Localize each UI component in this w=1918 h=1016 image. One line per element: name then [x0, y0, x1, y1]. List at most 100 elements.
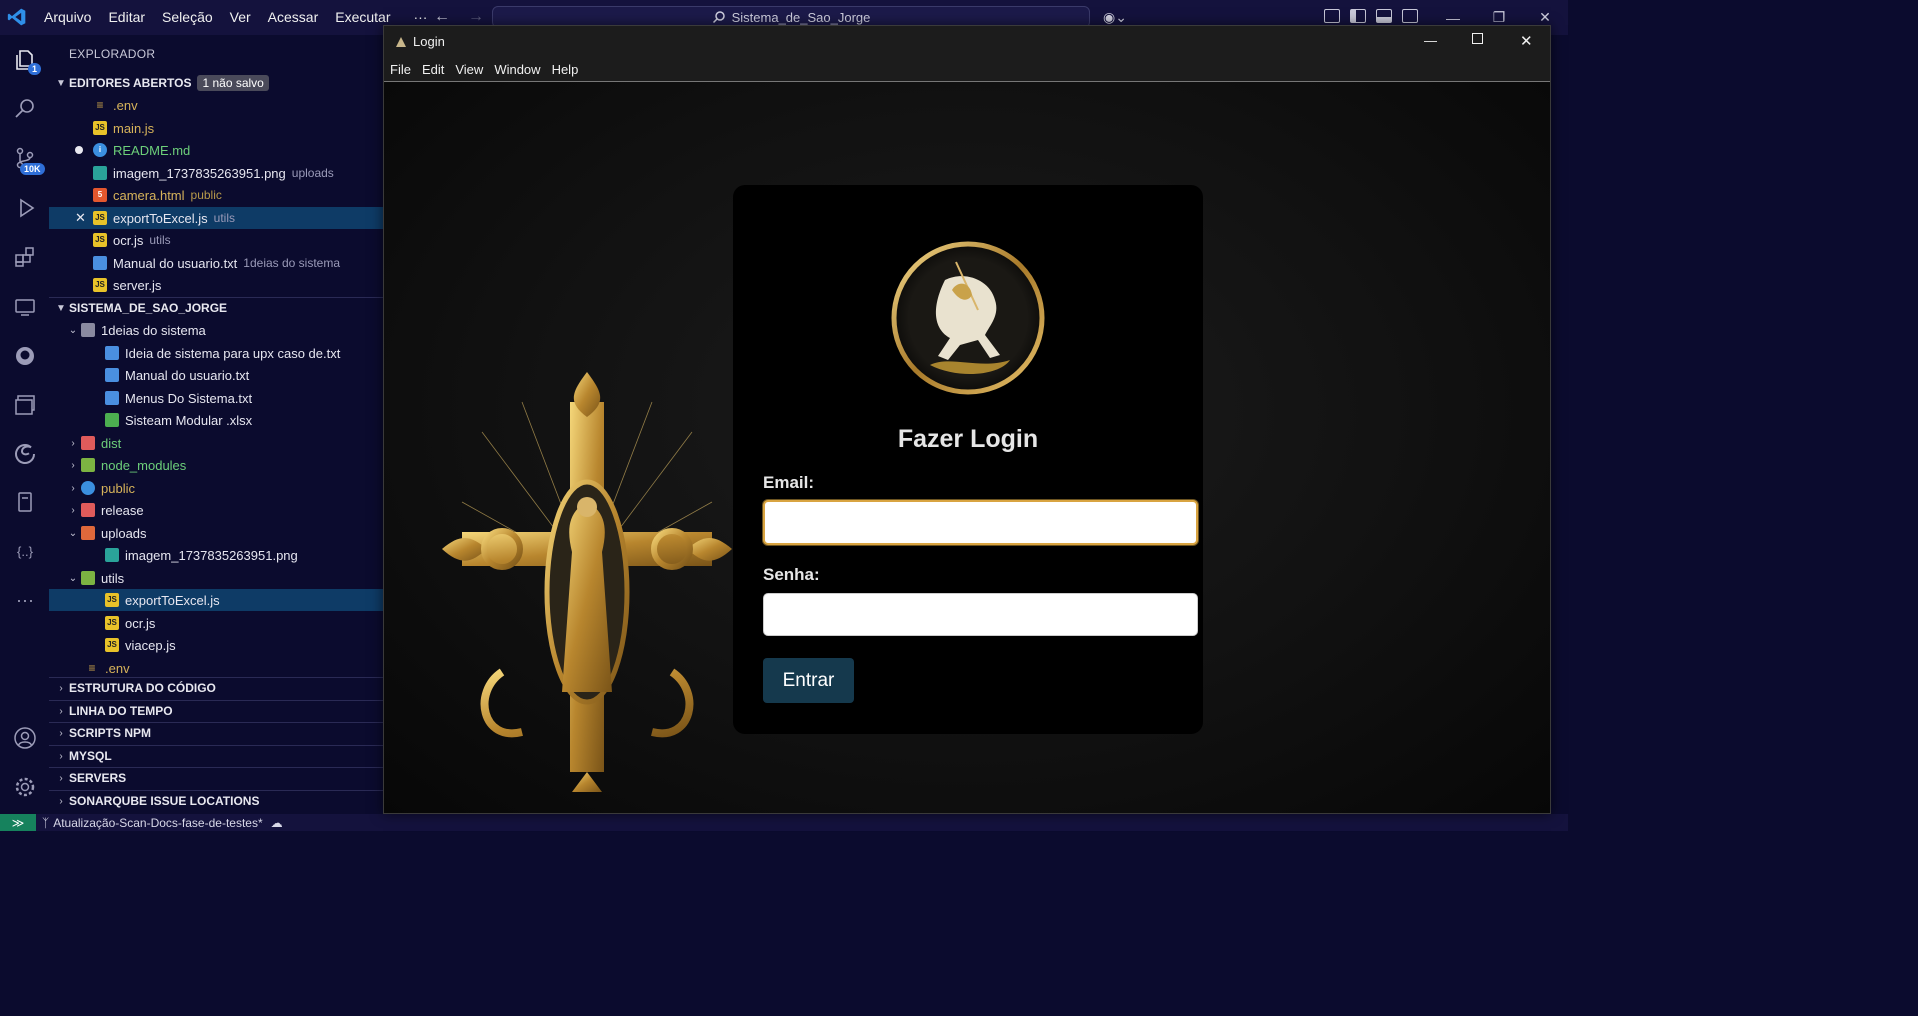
section-header[interactable]: › SERVERS: [49, 767, 383, 789]
close-icon[interactable]: ✕: [1520, 32, 1533, 50]
image-file-icon: [93, 166, 107, 180]
section-header[interactable]: › LINHA DO TEMPO: [49, 700, 383, 722]
image-file-icon: [105, 548, 119, 562]
json-icon[interactable]: {..}: [10, 536, 40, 566]
sao-jorge-medallion-logo: [891, 241, 1045, 395]
open-editor-item[interactable]: ≡ .env: [49, 94, 383, 116]
open-editor-item[interactable]: i README.md: [49, 139, 383, 161]
branch-name[interactable]: Atualização-Scan-Docs-fase-de-testes*: [53, 816, 262, 830]
account-icon[interactable]: [10, 723, 40, 753]
scm-badge: 10K: [20, 163, 45, 175]
restore-icon[interactable]: ❐: [1476, 9, 1522, 26]
toggle-panel-icon[interactable]: [1376, 9, 1392, 23]
file-item[interactable]: Sisteam Modular .xlsx: [49, 409, 383, 431]
folder-item[interactable]: ⌄ uploads: [49, 522, 383, 544]
section-header[interactable]: › MYSQL: [49, 745, 383, 767]
open-editor-item[interactable]: JS main.js: [49, 117, 383, 139]
chevron-right-icon: ›: [59, 682, 63, 694]
js-file-icon: JS: [93, 233, 107, 247]
menu-help[interactable]: Help: [552, 62, 579, 77]
close-editor-icon[interactable]: ✕: [75, 210, 87, 226]
open-editor-item[interactable]: JS ocr.js utils: [49, 229, 383, 251]
extensions-icon[interactable]: [10, 242, 40, 272]
section-header[interactable]: › ESTRUTURA DO CÓDIGO: [49, 677, 383, 699]
folder-item[interactable]: › node_modules: [49, 454, 383, 476]
database-icon[interactable]: [10, 487, 40, 517]
folder-item[interactable]: ⌄ 1deias do sistema: [49, 319, 383, 341]
close-icon[interactable]: ✕: [1522, 9, 1568, 26]
toggle-primary-sidebar-icon[interactable]: [1350, 9, 1366, 23]
open-editor-item[interactable]: imagem_1737835263951.png uploads: [49, 162, 383, 184]
menu-more[interactable]: ···: [413, 9, 427, 25]
layout-controls: [1324, 9, 1418, 23]
file-item[interactable]: JS ocr.js: [49, 612, 383, 634]
forward-arrow-icon[interactable]: →: [468, 8, 484, 26]
html-file-icon: 5: [93, 188, 107, 202]
project-header[interactable]: ▼ SISTEMA_DE_SAO_JORGE: [49, 297, 383, 319]
folder-item[interactable]: › dist: [49, 432, 383, 454]
login-submit-button[interactable]: Entrar: [763, 658, 854, 703]
password-input[interactable]: [763, 593, 1198, 636]
section-header[interactable]: › SONARQUBE ISSUE LOCATIONS: [49, 790, 383, 812]
explorer-icon[interactable]: 1: [10, 45, 42, 75]
maximize-icon[interactable]: [1472, 33, 1483, 44]
settings-gear-icon[interactable]: [10, 772, 40, 802]
file-item[interactable]: Menus Do Sistema.txt: [49, 387, 383, 409]
login-window-titlebar: Login — ✕: [384, 26, 1550, 57]
menu-selecao[interactable]: Seleção: [162, 9, 213, 25]
open-editor-item[interactable]: Manual do usuario.txt 1deias do sistema: [49, 252, 383, 274]
menu-ver[interactable]: Ver: [230, 9, 251, 25]
menu-arquivo[interactable]: Arquivo: [44, 9, 91, 25]
layout-customize-icon[interactable]: [1324, 9, 1340, 23]
minimize-icon[interactable]: —: [1430, 10, 1476, 26]
edge-devtools-icon[interactable]: [10, 439, 40, 469]
file-item-selected[interactable]: JS exportToExcel.js: [49, 589, 383, 611]
file-item[interactable]: Ideia de sistema para upx caso de.txt: [49, 342, 383, 364]
main-menu: Arquivo Editar Seleção Ver Acessar Execu…: [44, 9, 444, 25]
panels-icon[interactable]: [10, 390, 40, 420]
back-arrow-icon[interactable]: ←: [434, 8, 450, 26]
activity-bar: 1 10K {..} ···: [0, 35, 49, 814]
copilot-icon[interactable]: ◉⌄: [1103, 9, 1127, 26]
folder-item[interactable]: ⌄ utils: [49, 567, 383, 589]
login-card: Fazer Login Email: Senha: Entrar: [733, 185, 1203, 734]
menu-file[interactable]: File: [390, 62, 411, 77]
file-item[interactable]: Manual do usuario.txt: [49, 364, 383, 386]
source-control-icon[interactable]: 10K: [10, 143, 45, 175]
open-editor-item[interactable]: 5 camera.html public: [49, 184, 383, 206]
file-item[interactable]: JS viacep.js: [49, 634, 383, 656]
email-input[interactable]: [763, 500, 1198, 545]
more-icon[interactable]: ···: [10, 585, 40, 615]
file-item[interactable]: imagem_1737835263951.png: [49, 544, 383, 566]
github-icon[interactable]: [10, 341, 40, 371]
folder-item[interactable]: › public: [49, 477, 383, 499]
open-editors-header[interactable]: ▼ EDITORES ABERTOS 1 não salvo: [49, 72, 383, 94]
open-editors-label: EDITORES ABERTOS: [69, 76, 192, 90]
sync-icon[interactable]: ☁: [271, 816, 283, 830]
menu-view[interactable]: View: [455, 62, 483, 77]
menu-edit[interactable]: Edit: [422, 62, 444, 77]
menu-executar[interactable]: Executar: [335, 9, 390, 25]
open-editor-item-selected[interactable]: ✕ JS exportToExcel.js utils: [49, 207, 383, 229]
minimize-icon[interactable]: —: [1424, 33, 1437, 48]
chevron-right-icon: ›: [71, 482, 75, 494]
open-editor-item[interactable]: JS server.js: [49, 274, 383, 296]
env-file-icon: ≡: [96, 98, 104, 112]
chevron-right-icon: ›: [59, 750, 63, 762]
menu-editar[interactable]: Editar: [108, 9, 145, 25]
chevron-down-icon: ▼: [56, 302, 66, 314]
section-header[interactable]: › SCRIPTS NPM: [49, 722, 383, 744]
menu-window[interactable]: Window: [494, 62, 540, 77]
run-debug-icon[interactable]: [10, 193, 40, 223]
js-file-icon: JS: [93, 121, 107, 135]
file-item[interactable]: ≡ .env: [49, 657, 383, 679]
remote-indicator-icon[interactable]: ≫: [0, 814, 36, 831]
remote-explorer-icon[interactable]: [10, 292, 40, 322]
js-file-icon: JS: [105, 593, 119, 607]
folder-item[interactable]: › release: [49, 499, 383, 521]
search-icon[interactable]: [10, 93, 40, 123]
chevron-right-icon: ›: [71, 504, 75, 516]
unsaved-dot-icon[interactable]: [75, 146, 83, 154]
toggle-secondary-sidebar-icon[interactable]: [1402, 9, 1418, 23]
menu-acessar[interactable]: Acessar: [268, 9, 319, 25]
